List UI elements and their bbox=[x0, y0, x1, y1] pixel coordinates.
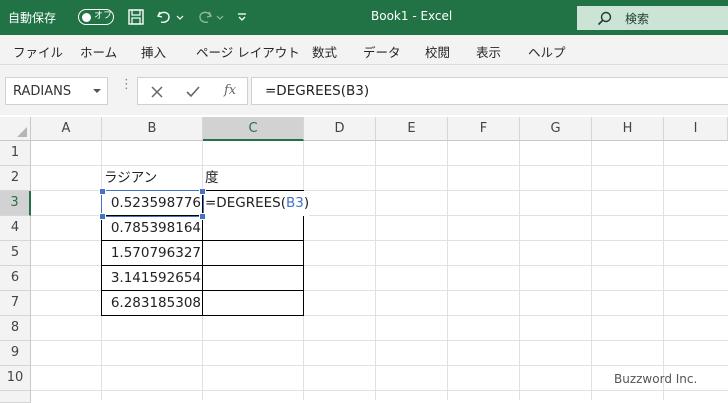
search-placeholder: 検索 bbox=[625, 12, 650, 26]
cell-c4[interactable] bbox=[203, 216, 303, 241]
col-header-b[interactable]: B bbox=[102, 117, 203, 141]
cell-c6[interactable] bbox=[203, 266, 303, 291]
tab-page-layout[interactable]: ページ レイアウト bbox=[196, 42, 300, 61]
autosave-toggle[interactable]: オフ bbox=[78, 9, 114, 25]
cell-b2[interactable]: ラジアン bbox=[104, 166, 157, 191]
row-header-4[interactable]: 4 bbox=[0, 216, 31, 241]
cell-c7[interactable] bbox=[203, 291, 303, 316]
row-header-10[interactable]: 10 bbox=[0, 366, 31, 391]
col-header-a[interactable]: A bbox=[31, 117, 102, 141]
formula-bar-area: RADIANS ⋮ fx =DEGREES(B3) bbox=[0, 65, 728, 115]
cell-c2[interactable]: 度 bbox=[205, 166, 219, 191]
col-header-c[interactable]: C bbox=[203, 117, 304, 141]
undo-dropdown-icon[interactable] bbox=[175, 8, 185, 26]
row-header-6[interactable]: 6 bbox=[0, 266, 31, 291]
row-header-5[interactable]: 5 bbox=[0, 241, 31, 266]
reference-highlight bbox=[101, 190, 204, 217]
title-bar: 自動保存 オフ Book1 - Excel 検索 bbox=[0, 0, 728, 35]
edit-prefix: =DEGREES( bbox=[205, 195, 286, 211]
col-header-f[interactable]: F bbox=[448, 117, 520, 141]
name-box[interactable]: RADIANS bbox=[5, 77, 108, 105]
col-header-i[interactable]: I bbox=[664, 117, 728, 141]
tab-insert[interactable]: 挿入 bbox=[141, 42, 166, 61]
ribbon-tabs: ファイル ホーム 挿入 ページ レイアウト 数式 データ 校閲 表示 ヘルプ bbox=[0, 35, 728, 65]
cell-b6[interactable]: 3.141592654 bbox=[102, 266, 203, 291]
col-header-h[interactable]: H bbox=[592, 117, 664, 141]
gridline bbox=[447, 141, 448, 400]
row-header-1[interactable]: 1 bbox=[0, 141, 31, 166]
row-header-11[interactable] bbox=[0, 391, 31, 403]
edit-suffix: ) bbox=[303, 195, 310, 211]
tab-home[interactable]: ホーム bbox=[80, 42, 117, 61]
row-header-7[interactable]: 7 bbox=[0, 291, 31, 316]
tab-data[interactable]: データ bbox=[363, 42, 401, 61]
formula-input[interactable]: =DEGREES(B3) bbox=[251, 77, 728, 105]
gridline bbox=[591, 141, 592, 400]
gridline bbox=[375, 141, 376, 400]
gridline bbox=[31, 365, 728, 366]
select-all-triangle-icon bbox=[17, 127, 27, 137]
watermark: Buzzword Inc. bbox=[614, 372, 698, 386]
tab-file[interactable]: ファイル bbox=[13, 42, 63, 61]
toggle-knob bbox=[82, 12, 91, 22]
splitter-handle-icon[interactable]: ⋮ bbox=[120, 78, 133, 91]
cell-b5[interactable]: 1.570796327 bbox=[102, 241, 203, 266]
cell-b4[interactable]: 0.785398164 bbox=[102, 216, 203, 241]
reference-handle[interactable] bbox=[99, 213, 106, 220]
autosave-state: オフ bbox=[94, 11, 113, 21]
gridline bbox=[31, 340, 728, 341]
chevron-down-icon[interactable] bbox=[93, 89, 101, 93]
name-box-value: RADIANS bbox=[13, 84, 72, 99]
autosave-label: 自動保存 bbox=[8, 11, 57, 25]
customize-toolbar-icon[interactable] bbox=[236, 8, 248, 26]
cell-c5[interactable] bbox=[203, 241, 303, 266]
enter-icon[interactable] bbox=[186, 85, 200, 98]
gridline bbox=[31, 390, 728, 391]
cancel-icon[interactable] bbox=[151, 86, 163, 98]
search-box[interactable]: 検索 bbox=[577, 6, 728, 30]
tab-view[interactable]: 表示 bbox=[476, 42, 501, 61]
col-header-g[interactable]: G bbox=[520, 117, 592, 141]
gridline bbox=[663, 141, 664, 400]
edit-reference: B3 bbox=[285, 195, 304, 211]
gridline bbox=[519, 141, 520, 400]
window-title: Book1 - Excel bbox=[371, 9, 453, 23]
search-icon bbox=[597, 11, 612, 26]
col-header-e[interactable]: E bbox=[376, 117, 448, 141]
reference-handle[interactable] bbox=[99, 188, 106, 195]
tab-formulas[interactable]: 数式 bbox=[312, 42, 337, 61]
row-header-8[interactable]: 8 bbox=[0, 316, 31, 341]
worksheet-grid: A B C D E F G H I 1 2 3 4 5 6 7 8 9 10 ラ… bbox=[0, 117, 728, 403]
col-header-d[interactable]: D bbox=[304, 117, 376, 141]
cell-b7[interactable]: 6.283185308 bbox=[102, 291, 203, 316]
undo-icon[interactable] bbox=[155, 8, 173, 26]
row-header-9[interactable]: 9 bbox=[0, 341, 31, 366]
save-icon[interactable] bbox=[127, 8, 145, 26]
insert-function-icon[interactable]: fx bbox=[224, 83, 236, 98]
redo-dropdown-icon[interactable] bbox=[215, 8, 225, 26]
formula-text: =DEGREES(B3) bbox=[265, 83, 370, 99]
cell-c3-editor[interactable]: =DEGREES(B3) bbox=[205, 191, 310, 216]
formula-buttons: fx bbox=[137, 77, 248, 105]
select-all-button[interactable] bbox=[0, 117, 31, 141]
tab-help[interactable]: ヘルプ bbox=[528, 42, 566, 61]
row-header-3[interactable]: 3 bbox=[0, 191, 31, 216]
row-header-2[interactable]: 2 bbox=[0, 166, 31, 191]
tab-review[interactable]: 校閲 bbox=[425, 42, 450, 61]
redo-icon[interactable] bbox=[196, 8, 214, 26]
